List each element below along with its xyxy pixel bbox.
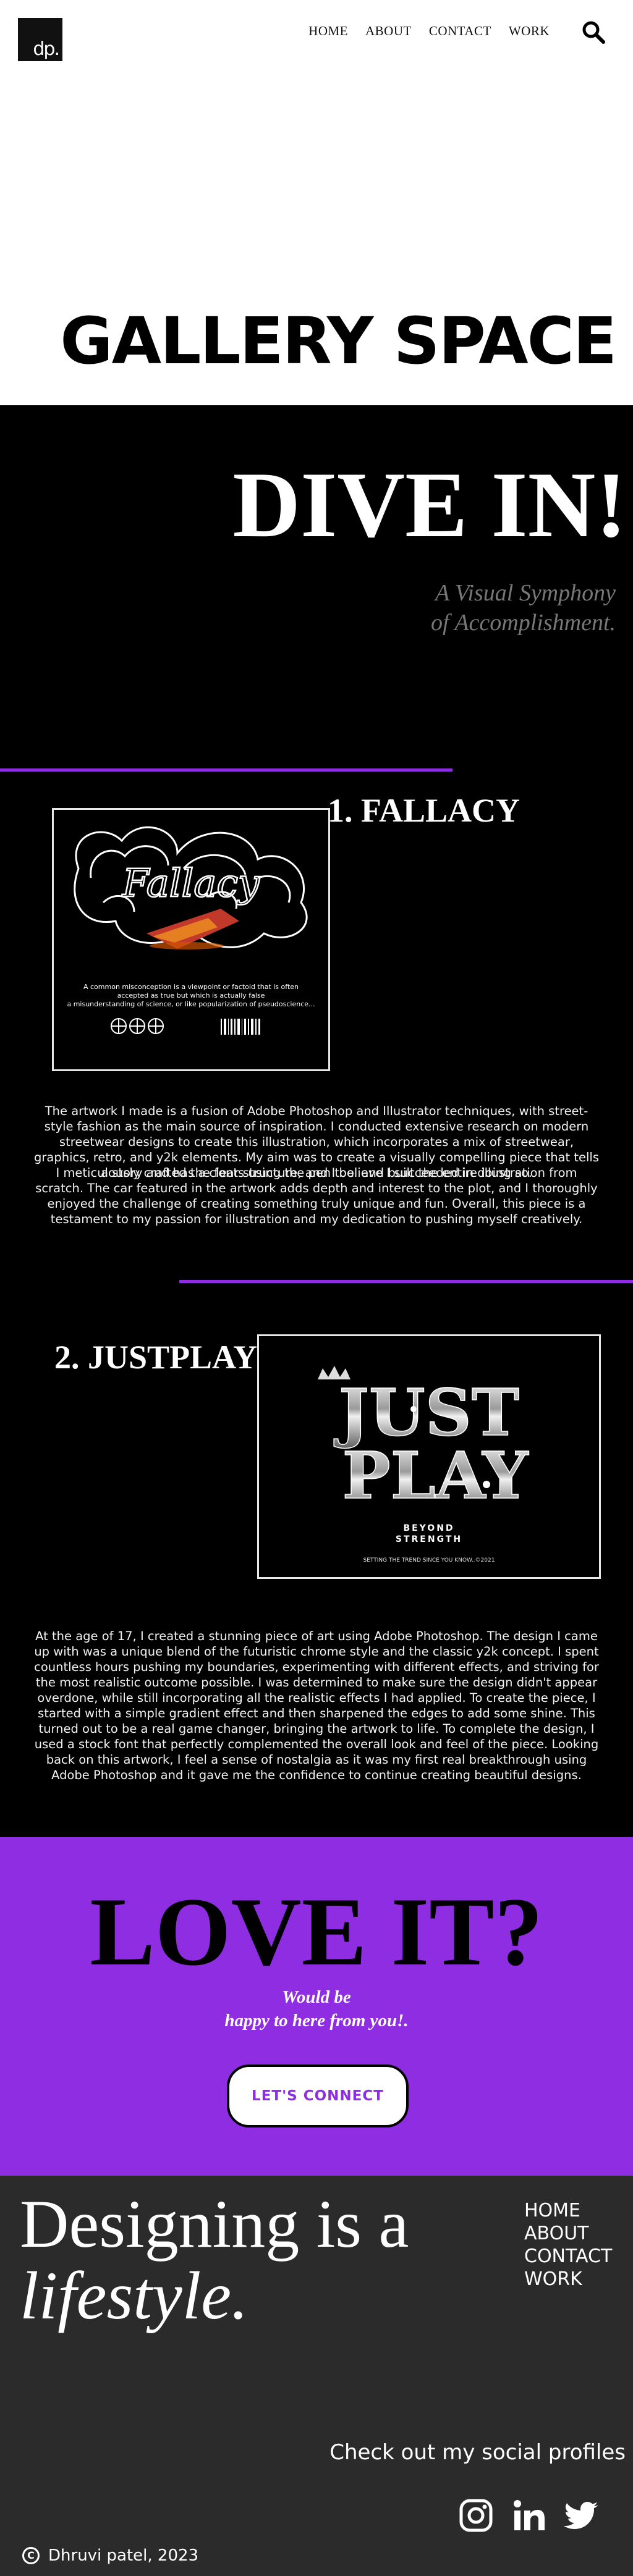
social-profiles-text: Check out my social profiles [329, 2440, 626, 2465]
justplay-paragraph: At the age of 17, I created a stunning p… [34, 1629, 599, 1782]
lets-connect-button[interactable]: LET'S CONNECT [227, 2065, 409, 2128]
logo[interactable]: dp. [18, 18, 62, 61]
fallacy-artwork: Fallacy A common misconception is a view… [52, 808, 330, 1071]
artwork-sub-1: BEYOND [403, 1523, 454, 1533]
logo-text: dp. [33, 38, 60, 60]
footer-nav-home-link[interactable]: HOME [524, 2199, 612, 2222]
accent-divider [0, 768, 452, 772]
page-title: GALLERY SPACE [60, 303, 617, 379]
cta-section: LOVE IT? Would be happy to here from you… [0, 1837, 633, 2176]
artwork-footer: SETTING THE TREND SINCE YOU KNOW..©2021 [363, 1557, 495, 1564]
cta-subtext: Would be happy to here from you!. [0, 1985, 633, 2032]
tagline-line-2: of Accomplishment. [430, 610, 616, 636]
twitter-icon[interactable] [564, 2497, 601, 2534]
copyright-text: Dhruvi patel, 2023 [48, 2546, 199, 2565]
footer-nav-work-link[interactable]: WORK [524, 2268, 612, 2291]
fallacy-paragraph-2: I meticulously crafted the fonts using t… [35, 1166, 598, 1226]
nav-contact-link[interactable]: CONTACT [429, 23, 491, 39]
artwork-word: Fallacy [122, 861, 260, 906]
accent-divider [179, 1280, 633, 1283]
page: dp. HOME ABOUT CONTACT WORK GALLERY SPAC… [0, 0, 633, 2576]
fallacy-artwork-graphic: Fallacy A common misconception is a view… [67, 826, 315, 1035]
copyright-icon: C [22, 2547, 40, 2564]
footer-nav-about-link[interactable]: ABOUT [524, 2222, 612, 2245]
social-links [457, 2497, 601, 2534]
cta-subtext-line-1: Would be [282, 1987, 351, 2007]
artwork-caption-1: A common misconception is a viewpoint or… [83, 983, 299, 991]
justplay-title: 2. JUSTPLAY [54, 1339, 258, 1376]
artwork-caption-2: accepted as true but which is actually f… [117, 991, 265, 1000]
intro-headline: DIVE IN! [232, 453, 627, 557]
footer-nav: HOME ABOUT CONTACT WORK [524, 2199, 612, 2291]
search-icon[interactable] [581, 20, 606, 44]
fallacy-title: 1. FALLACY [328, 792, 520, 829]
main-nav: HOME ABOUT CONTACT WORK [308, 23, 550, 39]
nav-about-link[interactable]: ABOUT [365, 23, 412, 39]
footer-nav-contact-link[interactable]: CONTACT [524, 2245, 612, 2268]
intro-tagline: A Visual Symphony of Accomplishment. [431, 578, 616, 638]
nav-home-link[interactable]: HOME [308, 23, 348, 39]
justplay-artwork-graphic: JUST PLAY BEYOND STRENGTH SETTING THE TR… [318, 1366, 530, 1564]
footer-motto-line-2: lifestyle. [20, 2258, 249, 2333]
nav-work-link[interactable]: WORK [509, 23, 550, 39]
copyright: C Dhruvi patel, 2023 [22, 2546, 198, 2565]
artwork-caption-3: a misunderstanding of science, or like p… [67, 1000, 315, 1008]
justplay-artwork: JUST PLAY BEYOND STRENGTH SETTING THE TR… [257, 1334, 601, 1579]
linkedin-icon[interactable] [511, 2497, 548, 2534]
gallery-section: DIVE IN! A Visual Symphony of Accomplish… [0, 405, 633, 1837]
cta-subtext-line-2: happy to here from you!. [224, 2011, 409, 2031]
tagline-line-1: A Visual Symphony [435, 580, 616, 606]
footer: Designing is a lifestyle. HOME ABOUT CON… [0, 2176, 633, 2576]
header: dp. HOME ABOUT CONTACT WORK GALLERY SPAC… [0, 0, 633, 408]
cta-headline: LOVE IT? [90, 1878, 543, 1986]
instagram-icon[interactable] [457, 2497, 495, 2534]
artwork-sub-2: STRENGTH [396, 1534, 462, 1544]
artwork-word-line-2: PLAY [342, 1437, 529, 1513]
footer-motto-line-1: Designing is a [20, 2186, 409, 2262]
